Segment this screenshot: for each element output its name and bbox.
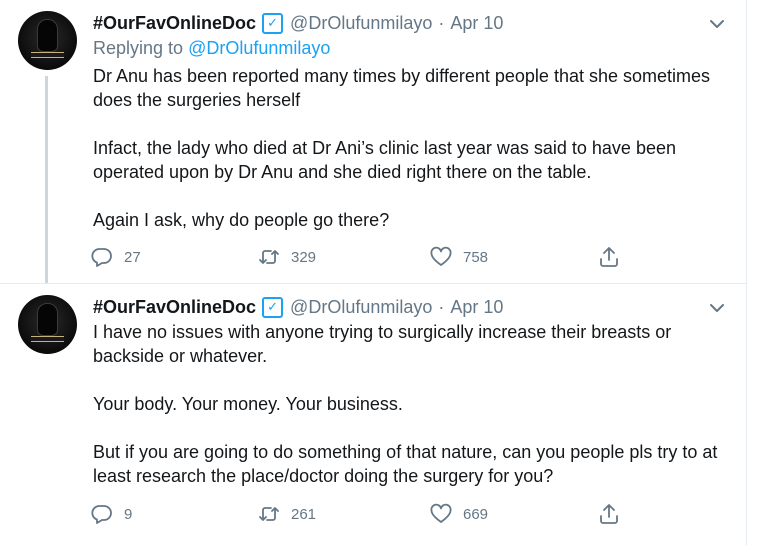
display-name[interactable]: #OurFavOnlineDoc [93,13,256,34]
tweet-paragraph: Your body. Your money. Your business. [93,394,403,414]
replying-to: Replying to @DrOlufunmilayo [93,38,330,59]
tweet[interactable]: #OurFavOnlineDoc ✓ @DrOlufunmilayo · Apr… [0,0,746,283]
like-button[interactable]: 669 [429,501,488,527]
like-count: 758 [463,248,489,266]
verified-badge-icon: ✓ [262,12,284,34]
tweet-date[interactable]: Apr 10 [450,13,503,34]
tweet-paragraph: Dr Anu has been reported many times by d… [93,66,711,110]
reply-button[interactable]: 9 [90,501,132,527]
chevron-down-icon[interactable] [707,14,727,34]
tweet-paragraph: I have no issues with anyone trying to s… [93,322,672,366]
share-button[interactable] [597,501,621,527]
share-icon [600,247,618,267]
reply-icon [91,505,112,524]
separator-dot: · [438,296,445,317]
tweet-actions: 27 329 758 [90,244,640,270]
share-icon [600,504,618,524]
chevron-down-icon[interactable] [707,298,727,318]
replying-to-handle-link[interactable]: @DrOlufunmilayo [188,38,330,58]
reply-button[interactable]: 27 [90,244,141,270]
user-handle[interactable]: @DrOlufunmilayo [290,13,432,34]
share-button[interactable] [597,244,621,270]
tweet-date[interactable]: Apr 10 [450,297,503,318]
retweet-icon [259,507,279,521]
separator-dot: · [438,12,445,33]
avatar-figure [37,19,58,52]
avatar-caption-strip [31,52,64,58]
tweet-actions: 9 261 669 [90,501,640,527]
verified-badge-icon: ✓ [262,296,284,318]
tweet-text: Dr Anu has been reported many times by d… [93,64,723,232]
user-handle[interactable]: @DrOlufunmilayo [290,297,432,318]
retweet-count: 261 [291,505,317,523]
tweet-paragraph: Again I ask, why do people go there? [93,210,390,230]
reply-count: 27 [124,248,141,266]
like-button[interactable]: 758 [429,244,488,270]
display-name[interactable]: #OurFavOnlineDoc [93,297,256,318]
avatar[interactable] [18,295,77,354]
avatar[interactable] [18,11,77,70]
avatar-caption-strip [31,336,64,342]
thread-connector-line [45,76,48,283]
timeline-border [746,0,747,545]
retweet-icon [259,250,279,264]
tweet-text: I have no issues with anyone trying to s… [93,320,723,488]
reply-icon [91,248,112,267]
retweet-button[interactable]: 329 [257,244,316,270]
retweet-button[interactable]: 261 [257,501,316,527]
heart-icon [430,503,452,523]
avatar-figure [37,303,58,336]
tweet-header: #OurFavOnlineDoc ✓ @DrOlufunmilayo · Apr… [93,11,503,35]
tweet-paragraph: But if you are going to do something of … [93,442,718,486]
tweet-header: #OurFavOnlineDoc ✓ @DrOlufunmilayo · Apr… [93,295,503,319]
tweet-paragraph: Infact, the lady who died at Dr Ani’s cl… [93,138,676,182]
heart-icon [430,246,452,266]
like-count: 669 [463,505,489,523]
reply-count: 9 [124,505,133,523]
retweet-count: 329 [291,248,317,266]
replying-to-label: Replying to [93,38,184,58]
